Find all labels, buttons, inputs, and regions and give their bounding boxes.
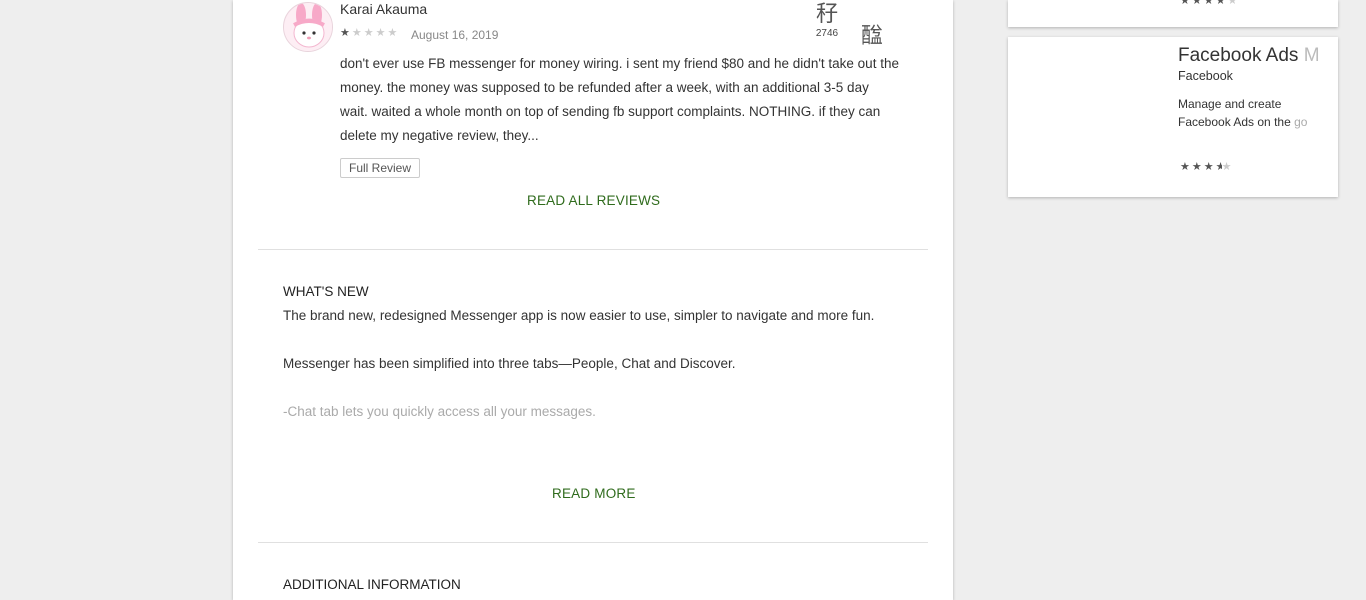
helpful-count-value: 2746	[815, 28, 839, 39]
review-menu-glyph-icon[interactable]: 䤈	[861, 18, 883, 50]
thumb-glyph-icon: 秄	[815, 2, 838, 27]
similar-app-card-partial[interactable]: ★★★★★	[1008, 0, 1338, 27]
avatar-image	[284, 3, 332, 51]
whats-new-paragraph-faded: -Chat tab lets you quickly access all yo…	[283, 404, 596, 419]
full-review-button[interactable]: Full Review	[340, 158, 421, 178]
review-date: August 16, 2019	[411, 28, 499, 42]
star-filled-icon: ★	[340, 27, 352, 39]
similar-app-rating-stars: ★★★★★	[1180, 0, 1239, 7]
similar-app-developer[interactable]: Facebook	[1178, 69, 1233, 83]
review-rating-stars: ★★★★★	[340, 26, 399, 39]
review-text: don't ever use FB messenger for money wi…	[340, 56, 899, 143]
app-details-card: Karai Akauma ★★★★★ August 16, 2019 秄 274…	[233, 0, 953, 600]
star-empty-icon: ★	[1221, 161, 1234, 173]
section-divider	[258, 542, 928, 543]
helpful-count[interactable]: 秄 2746	[813, 2, 841, 39]
whats-new-paragraph: The brand new, redesigned Messenger app …	[283, 308, 875, 323]
read-all-reviews-link[interactable]: READ ALL REVIEWS	[527, 193, 660, 208]
similar-app-rating-stars: ★★★★★	[1180, 160, 1233, 173]
additional-info-heading: ADDITIONAL INFORMATION	[283, 577, 461, 592]
similar-app-title[interactable]: Facebook Ads M	[1178, 45, 1326, 67]
whats-new-heading: WHAT'S NEW	[283, 284, 369, 299]
read-more-link[interactable]: READ MORE	[552, 486, 636, 501]
similar-app-description: Manage and create Facebook Ads on the go	[1178, 97, 1308, 129]
whats-new-body: The brand new, redesigned Messenger app …	[283, 304, 893, 424]
star-empty-icon: ★	[1227, 0, 1240, 7]
similar-app-card[interactable]: Facebook Ads M Facebook Manage and creat…	[1008, 37, 1338, 197]
reviewer-avatar[interactable]	[283, 2, 333, 52]
star-empty-icon: ★★★★	[351, 27, 400, 39]
star-filled-icon: ★★★★	[1180, 0, 1228, 7]
section-divider	[258, 249, 928, 250]
star-filled-icon: ★★★	[1180, 161, 1216, 173]
whats-new-paragraph: Messenger has been simplified into three…	[283, 356, 736, 371]
reviewer-name: Karai Akauma	[340, 1, 428, 17]
